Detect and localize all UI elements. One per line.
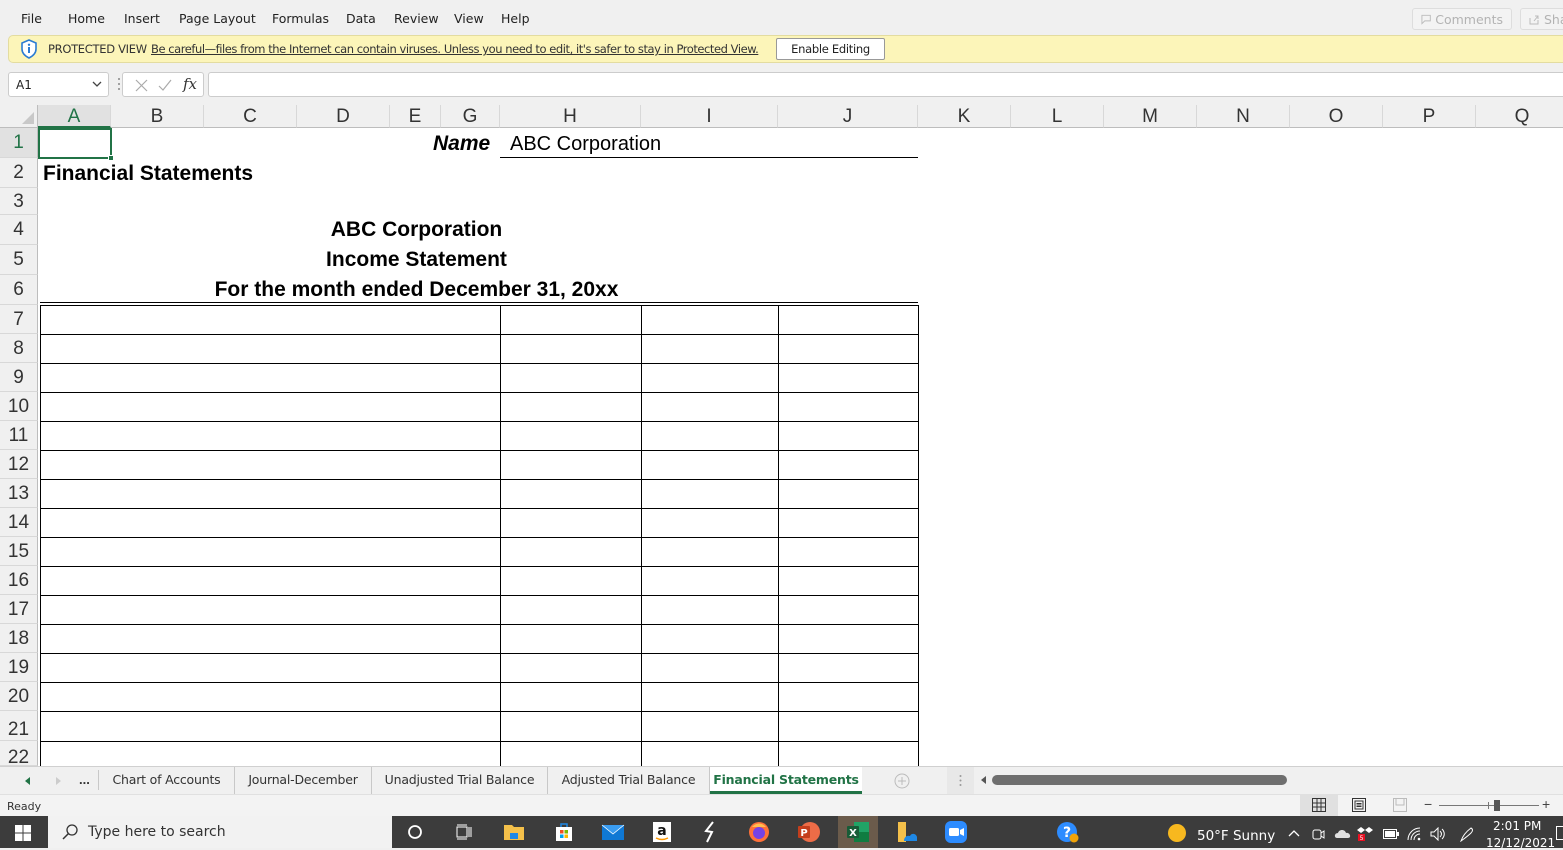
weather-sun-icon[interactable] [1167,823,1187,843]
menu-formulas[interactable]: Formulas [272,11,329,26]
add-sheet-icon[interactable] [894,773,910,789]
pen-ink-icon[interactable] [1459,826,1477,842]
vertical-dots-icon [959,775,962,786]
tab-unadjusted-trial-balance[interactable]: Unadjusted Trial Balance [372,767,548,794]
fill-handle[interactable] [108,155,114,161]
protected-view-title: PROTECTED VIEW [48,42,147,56]
formula-actions: fx [122,72,204,97]
comments-button[interactable]: Comments [1412,8,1512,30]
tab-journal-december[interactable]: Journal-December [235,767,372,794]
tray-expand-chevron-icon[interactable] [1288,829,1300,837]
menu-view[interactable]: View [454,11,484,26]
income-statement-table-borders [40,157,919,766]
volume-icon[interactable] [1430,827,1446,841]
notification-center-icon[interactable] [1556,826,1563,840]
cortana-icon[interactable] [402,820,428,844]
insert-function-button[interactable]: fx [183,75,197,93]
wifi-icon[interactable] [1407,827,1421,841]
onedrive-cloud-icon[interactable] [1334,828,1352,839]
shield-info-icon [21,39,37,59]
onedrive-folder-icon[interactable] [894,820,920,844]
help-icon[interactable]: ? [1055,820,1081,844]
more-tabs-button[interactable]: ... [79,772,90,787]
name-label: Name [433,132,491,155]
firefox-icon[interactable] [746,820,772,844]
svg-text:P: P [800,828,807,839]
normal-view-button[interactable] [1300,795,1338,816]
search-placeholder: Type here to search [88,824,226,840]
scroll-tabs-left-icon[interactable] [24,776,32,786]
horizontal-scrollbar-thumb[interactable] [992,775,1287,785]
battery-icon[interactable] [1383,829,1399,839]
meet-now-icon[interactable] [1312,827,1325,842]
zoom-slider-thumb[interactable] [1494,800,1500,811]
menu-data[interactable]: Data [346,11,376,26]
enable-editing-button[interactable]: Enable Editing [776,38,885,60]
weather-text[interactable]: 50°F Sunny [1197,828,1275,844]
windows-taskbar: Type here to search a P X ? 50°F Sunny 5… [0,816,1563,850]
microsoft-store-icon[interactable] [551,820,577,844]
tab-chart-of-accounts[interactable]: Chart of Accounts [99,767,235,794]
file-explorer-icon[interactable] [501,820,527,844]
zoom-app-icon[interactable] [943,820,969,844]
excel-taskbar-icon[interactable]: X [838,816,878,848]
page-break-view-icon[interactable] [1393,798,1407,812]
cancel-icon[interactable] [135,79,148,92]
status-ready: Ready [7,800,42,813]
grid-view-icon [1312,798,1326,812]
name-box[interactable]: A1 [8,72,109,97]
scroll-tabs-right-icon[interactable] [54,776,62,786]
menu-page-layout[interactable]: Page Layout [179,11,256,26]
comments-label: Comments [1435,11,1503,27]
selected-cell-a1[interactable] [38,128,112,159]
share-label: Sha [1544,11,1563,27]
page-layout-view-icon[interactable] [1352,798,1366,812]
mail-icon[interactable] [600,820,626,844]
tab-split-handle[interactable] [947,767,974,794]
sheet-heading[interactable]: Financial Statements [43,162,253,186]
chevron-down-icon[interactable] [92,79,102,89]
menu-home[interactable]: Home [68,11,105,26]
name-value-cell[interactable]: ABC Corporation [510,133,661,156]
enter-check-icon[interactable] [158,79,172,92]
windows-start-icon[interactable] [15,825,31,841]
amazon-icon[interactable]: a [649,820,675,844]
zoom-slider-track[interactable] [1439,805,1539,806]
statement-period[interactable]: For the month ended December 31, 20xx [40,278,793,302]
share-button[interactable]: Sha [1520,8,1563,30]
comment-icon [1421,14,1431,25]
svg-text:a: a [657,823,666,839]
menu-file[interactable]: File [21,11,42,26]
svg-text:5: 5 [1360,835,1364,842]
taskbar-search-box[interactable]: Type here to search [48,816,392,848]
spreadsheet-grid[interactable]: ABCDEGHIJKLMNOPQ 1 2 3 4 5 6 7 8 9 10 11 12 13 14 15 16… [0,105,1563,766]
statement-company[interactable]: ABC Corporation [40,218,793,242]
statement-title[interactable]: Income Statement [40,248,793,272]
dropbox-notification-icon[interactable]: 5 [1357,826,1373,842]
task-view-icon[interactable] [451,820,477,844]
zoom-in-button[interactable]: + [1542,796,1550,812]
scroll-left-arrow-icon[interactable] [980,775,988,785]
menu-help[interactable]: Help [501,11,530,26]
tab-adjusted-trial-balance[interactable]: Adjusted Trial Balance [548,767,710,794]
app-lightning-icon[interactable] [697,820,723,844]
ribbon-menu-bar: File Home Insert Page Layout Formulas Da… [0,0,1563,36]
more-options-icon[interactable] [117,76,121,92]
status-bar: Ready − + [0,794,1563,816]
powerpoint-icon[interactable]: P [795,820,821,844]
share-icon [1529,15,1539,24]
sheet-tab-bar: ... Chart of Accounts Journal-December U… [0,766,1563,794]
formula-input[interactable] [208,72,1563,97]
svg-text:X: X [849,828,857,839]
tab-financial-statements[interactable]: Financial Statements [710,767,862,794]
search-icon [62,824,78,840]
protected-view-message-link[interactable]: Be careful—files from the Internet can c… [151,42,759,56]
menu-insert[interactable]: Insert [124,11,160,26]
menu-review[interactable]: Review [394,11,439,26]
clock-time[interactable]: 2:01 PM [1493,819,1541,833]
protected-view-bar: PROTECTED VIEW Be careful—files from the… [8,35,1563,63]
zoom-slider-midmark [1488,802,1489,809]
name-box-value: A1 [16,78,32,92]
zoom-out-button[interactable]: − [1424,796,1432,812]
